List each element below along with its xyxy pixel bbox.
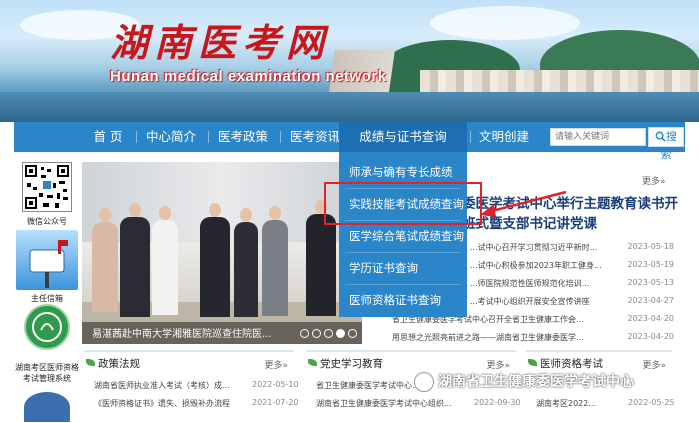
photo-person <box>92 208 118 312</box>
highlight-box <box>324 182 482 225</box>
carousel-dot[interactable] <box>300 329 309 338</box>
leaf-icon <box>528 359 537 366</box>
photo-person <box>120 203 150 317</box>
photo-person <box>152 206 178 315</box>
carousel-dot[interactable] <box>312 329 321 338</box>
emblem-partial <box>24 392 70 422</box>
panel-more-link[interactable]: 更多» <box>486 358 510 371</box>
nav-home[interactable]: 首 页 <box>84 122 132 152</box>
news-row[interactable]: 用思想之光照亮前进之路——湖南省卫生健康委医学... 2023-04-20 <box>392 332 674 346</box>
photo-person <box>262 206 288 316</box>
scores-dropdown-menu: 师承与确有专长成绩 实践技能考试成绩查询 医学综合笔试成绩查询 学历证书查询 医… <box>339 152 467 317</box>
panel-title: 医师资格考试 <box>540 358 603 370</box>
dropdown-item-physician-certificate-query[interactable]: 医师资格证书查询 <box>339 284 467 316</box>
panel-more-link[interactable]: 更多» <box>642 358 666 371</box>
carousel-dot[interactable] <box>324 329 333 338</box>
dropdown-item-diploma-query[interactable]: 学历证书查询 <box>339 252 467 284</box>
management-system-emblem[interactable] <box>24 304 70 350</box>
nav-scores-certificates[interactable]: 成绩与证书查询 <box>339 122 467 152</box>
banner-cloud <box>430 6 580 40</box>
carousel-dot-active[interactable] <box>336 329 345 338</box>
director-mailbox[interactable] <box>16 230 78 290</box>
nav-divider <box>208 131 209 143</box>
site-title: 湖南医考网 <box>110 20 331 65</box>
panel-row[interactable]: 湖南省卫生健康委医学考试中心组织... 2022-09-30 <box>316 398 521 412</box>
watermark-logo-icon <box>414 372 434 392</box>
nav-about[interactable]: 中心简介 <box>140 122 202 152</box>
panel-title: 党史学习教育 <box>320 358 383 370</box>
panel-row[interactable]: 《医师资格证书》遗失、损毁补办流程 2021-07-20 <box>94 398 299 412</box>
site-banner: 湖南医考网 Hunan medical examination network <box>0 0 699 122</box>
news-row[interactable]: ...考试中心组织开展安全宣传讲座 2023-04-27 <box>470 296 674 310</box>
wechat-qr-code[interactable] <box>22 162 72 212</box>
mailbox-icon <box>29 240 68 288</box>
pointer-arrow-icon <box>480 190 567 217</box>
panel-policies: 政策法规 更多» 湖南省医师执业准入考试（考核）成... 2022-05-10 《… <box>84 350 299 423</box>
search-button[interactable]: 搜 索 <box>648 127 684 161</box>
mailbox-label: 主任信箱 <box>31 294 63 303</box>
banner-river <box>0 92 699 122</box>
leaf-icon <box>308 359 317 366</box>
carousel-pagination <box>300 327 360 341</box>
watermark-text: 湖南省卫生健康委医学考试中心 <box>438 374 634 390</box>
nav-divider <box>470 131 471 143</box>
site-subtitle: Hunan medical examination network <box>110 68 387 85</box>
nav-divider <box>336 131 337 143</box>
search-input[interactable] <box>550 128 646 146</box>
management-system-label[interactable]: 湖南考区医师资格考试管理系统 <box>14 362 80 384</box>
nav-divider <box>136 131 137 143</box>
qr-code-icon <box>25 165 69 209</box>
panel-title: 政策法规 <box>98 358 140 370</box>
news-carousel-image[interactable] <box>82 162 362 344</box>
photo-person <box>306 200 336 316</box>
photo-person <box>200 203 230 317</box>
main-nav: 首 页 中心简介 医考政策 医考资讯 成绩与证书查询 文明创建 搜 索 <box>14 122 685 161</box>
carousel-dot[interactable] <box>348 329 357 338</box>
nav-policy[interactable]: 医考政策 <box>212 122 274 152</box>
news-row[interactable]: ...试中心召开学习贯彻习近平新时... 2023-05-18 <box>470 242 674 256</box>
panel-header: 政策法规 更多» <box>84 356 294 374</box>
carousel-caption[interactable]: 易湛茜赴中南大学湘雅医院巡查住院医... <box>92 325 292 340</box>
news-row[interactable]: ...师医院规范性医师规范化培训... 2023-05-13 <box>470 278 674 292</box>
emblem-icon <box>32 312 62 342</box>
search-icon <box>655 131 666 142</box>
nav-civilization[interactable]: 文明创建 <box>473 122 535 152</box>
news-more-link[interactable]: 更多» <box>642 174 666 187</box>
leaf-icon <box>86 359 95 366</box>
wechat-label: 微信公众号 <box>27 217 67 226</box>
panel-row[interactable]: 湖南考区2022... 2022-05-25 <box>536 398 675 412</box>
nav-divider <box>280 131 281 143</box>
photo-person <box>234 208 258 317</box>
news-row[interactable]: ...试中心积极参加2023年职工健身... 2023-05-19 <box>470 260 674 274</box>
panel-row[interactable]: 湖南省医师执业准入考试（考核）成... 2022-05-10 <box>94 380 299 394</box>
panel-more-link[interactable]: 更多» <box>264 358 288 371</box>
